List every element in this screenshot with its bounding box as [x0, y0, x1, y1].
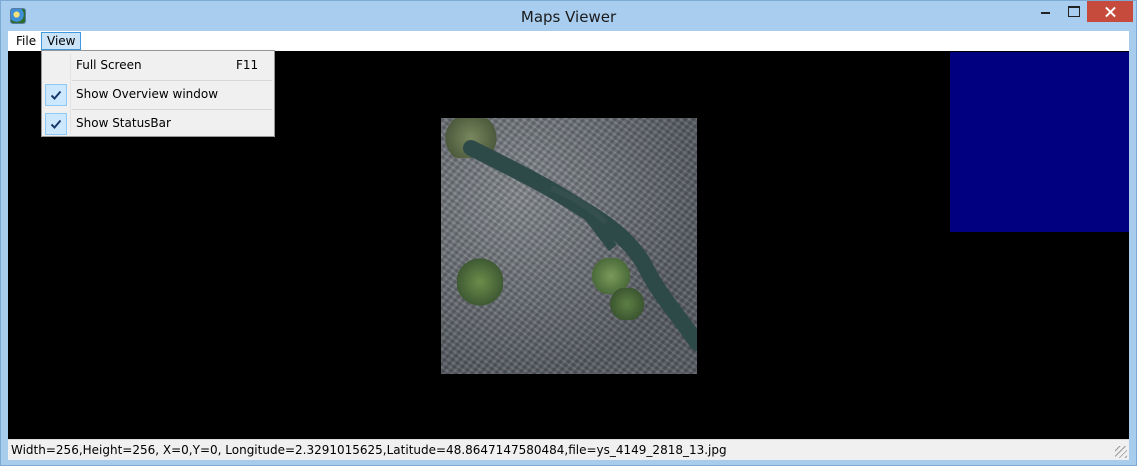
menu-item-label: Show Overview window: [76, 87, 219, 101]
menu-item-label: Show StatusBar: [76, 116, 171, 130]
status-bar: Width=256,Height=256, X=0,Y=0, Longitude…: [8, 439, 1129, 460]
menu-file[interactable]: File: [10, 32, 42, 50]
app-window: Maps Viewer File View Width=256,Height=2…: [0, 0, 1137, 466]
river-shape: [463, 140, 697, 351]
menu-separator: [72, 109, 272, 110]
status-text: Width=256,Height=256, X=0,Y=0, Longitude…: [11, 443, 727, 457]
checkmark-icon: [45, 84, 67, 106]
menu-view[interactable]: View: [41, 32, 82, 50]
menu-separator: [72, 80, 272, 81]
menu-item-label: Full Screen: [76, 58, 142, 72]
menu-item-show-statusbar[interactable]: Show StatusBar: [44, 111, 272, 137]
checkmark-icon: [45, 113, 67, 135]
title-bar[interactable]: Maps Viewer: [1, 1, 1136, 31]
minimize-icon[interactable]: [1031, 1, 1059, 22]
menu-item-shortcut: F11: [236, 58, 259, 72]
maximize-icon[interactable]: [1059, 1, 1086, 22]
menu-item-full-screen[interactable]: Full Screen F11: [44, 53, 272, 79]
overview-window[interactable]: [950, 52, 1129, 232]
size-grip-icon[interactable]: [1115, 446, 1127, 458]
view-menu-dropdown: Full Screen F11 Show Overview window Sho…: [41, 50, 275, 137]
close-icon[interactable]: [1087, 1, 1133, 22]
menu-bar: File View: [8, 31, 1129, 51]
menu-item-show-overview[interactable]: Show Overview window: [44, 82, 272, 108]
map-tile[interactable]: [441, 118, 697, 374]
window-title: Maps Viewer: [520, 8, 617, 26]
